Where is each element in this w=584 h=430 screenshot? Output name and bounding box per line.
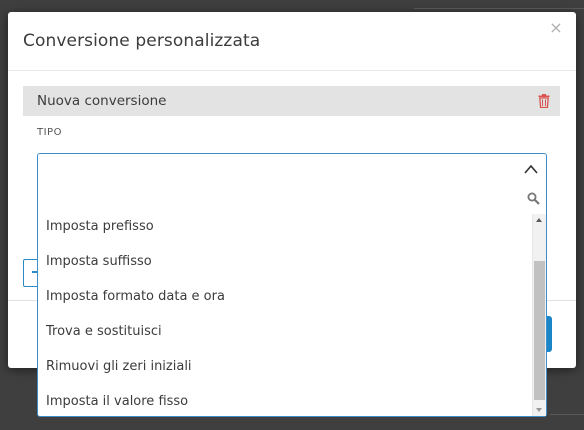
section-title: Nuova conversione: [37, 93, 167, 109]
dialog-title: Conversione personalizzata: [23, 31, 261, 51]
option-remove-leading-zeros[interactable]: Rimuovi gli zeri iniziali: [38, 349, 546, 384]
trash-icon[interactable]: [538, 94, 550, 108]
dropdown-scrollbar[interactable]: [532, 214, 546, 416]
background-divider: [414, 8, 584, 9]
type-field-label: TIPO: [37, 127, 62, 138]
chevron-up-icon[interactable]: [524, 164, 538, 174]
add-button-partial[interactable]: [23, 259, 38, 287]
option-set-datetime-format[interactable]: Imposta formato data e ora: [38, 279, 546, 314]
scroll-up-arrow-icon[interactable]: [536, 218, 542, 222]
scroll-thumb[interactable]: [534, 261, 545, 400]
close-icon[interactable]: ×: [548, 20, 564, 36]
search-icon: [527, 192, 540, 205]
option-set-suffix[interactable]: Imposta suffisso: [38, 244, 546, 279]
option-set-fixed-value[interactable]: Imposta il valore fisso: [38, 384, 546, 416]
option-set-prefix[interactable]: Imposta prefisso: [38, 214, 546, 244]
type-select-dropdown[interactable]: Imposta prefisso Imposta suffisso Impost…: [37, 153, 547, 417]
option-find-replace[interactable]: Trova e sostituisci: [38, 314, 546, 349]
dialog-header: Conversione personalizzata ×: [8, 12, 576, 71]
scroll-down-arrow-icon[interactable]: [536, 408, 542, 412]
conversion-section-header: Nuova conversione: [23, 86, 560, 116]
dropdown-search[interactable]: [38, 186, 546, 214]
type-select-field[interactable]: [38, 154, 546, 186]
background-divider: [550, 414, 584, 415]
dropdown-options-list: Imposta prefisso Imposta suffisso Impost…: [38, 214, 546, 416]
